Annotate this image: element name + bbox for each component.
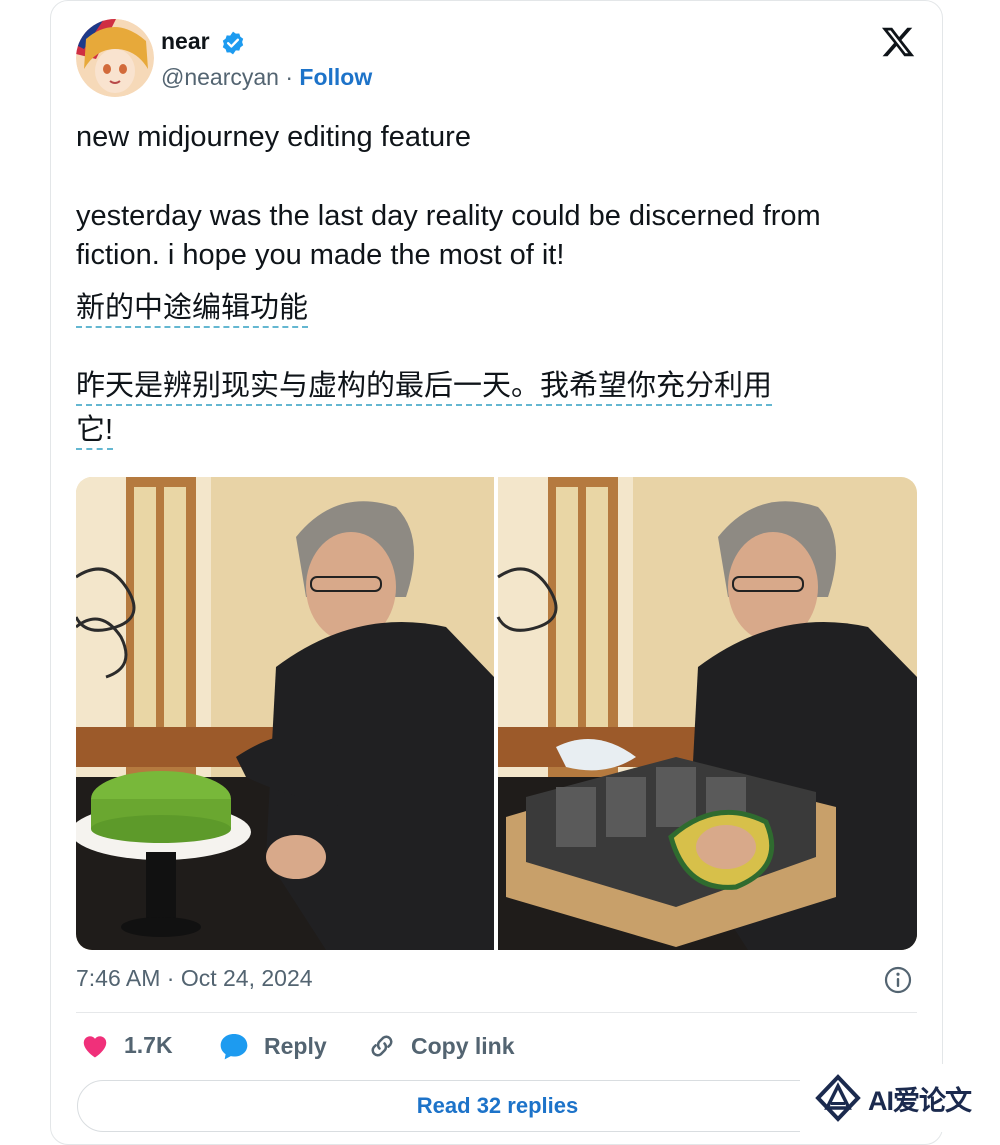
info-icon[interactable] bbox=[884, 966, 912, 994]
copy-link-label: Copy link bbox=[411, 1032, 515, 1059]
display-name[interactable]: near bbox=[161, 28, 210, 55]
avatar[interactable] bbox=[76, 19, 154, 97]
media-photos bbox=[76, 477, 917, 950]
translation-line-2: 昨天是辨别现实与虚构的最后一天。我希望你充分利用 bbox=[76, 362, 773, 410]
link-icon bbox=[371, 1035, 393, 1057]
x-logo-icon[interactable] bbox=[880, 24, 916, 60]
read-replies-button[interactable]: Read 32 replies bbox=[77, 1080, 918, 1132]
reply-label: Reply bbox=[264, 1032, 327, 1059]
translation-text-2: 昨天是辨别现实与虚构的最后一天。我希望你充分利用 bbox=[76, 370, 773, 406]
watermark: AI爱论文 bbox=[800, 1064, 1000, 1132]
tweet-text-line-3: fiction. i hope you made the most of it! bbox=[76, 239, 565, 271]
handle[interactable]: @nearcyan bbox=[161, 64, 279, 90]
tweet-media[interactable] bbox=[76, 477, 917, 950]
read-replies-label: Read 32 replies bbox=[416, 1093, 579, 1118]
like-count: 1.7K bbox=[124, 1031, 173, 1058]
translation-text-1: 新的中途编辑功能 bbox=[76, 292, 309, 328]
tweet-text-line-1: new midjourney editing feature bbox=[76, 121, 471, 153]
heart-icon bbox=[83, 1036, 107, 1058]
tweet-timestamp[interactable]: 7:46 AM · Oct 24, 2024 bbox=[76, 965, 313, 992]
reply-icon bbox=[220, 1034, 248, 1060]
verified-badge-icon bbox=[222, 31, 244, 55]
reply-button[interactable]: Reply bbox=[218, 1031, 327, 1061]
separator: · bbox=[285, 64, 294, 90]
translation-line-1: 新的中途编辑功能 bbox=[76, 284, 309, 332]
avatar-image bbox=[76, 19, 154, 97]
photo-left[interactable] bbox=[76, 477, 494, 950]
follow-button[interactable]: Follow bbox=[299, 64, 372, 90]
handle-row: @nearcyan · Follow bbox=[161, 64, 372, 91]
copy-link-button[interactable]: Copy link bbox=[367, 1031, 515, 1061]
like-button[interactable]: 1.7K bbox=[80, 1031, 173, 1059]
watermark-logo-icon bbox=[815, 1074, 861, 1122]
translation-line-3: 它! bbox=[76, 406, 114, 454]
tweet-text-line-2: yesterday was the last day reality could… bbox=[76, 200, 821, 232]
watermark-text: AI爱论文 bbox=[868, 1085, 972, 1116]
divider bbox=[76, 1012, 917, 1013]
translation-text-3: 它! bbox=[76, 414, 114, 450]
photo-right[interactable] bbox=[496, 477, 917, 950]
